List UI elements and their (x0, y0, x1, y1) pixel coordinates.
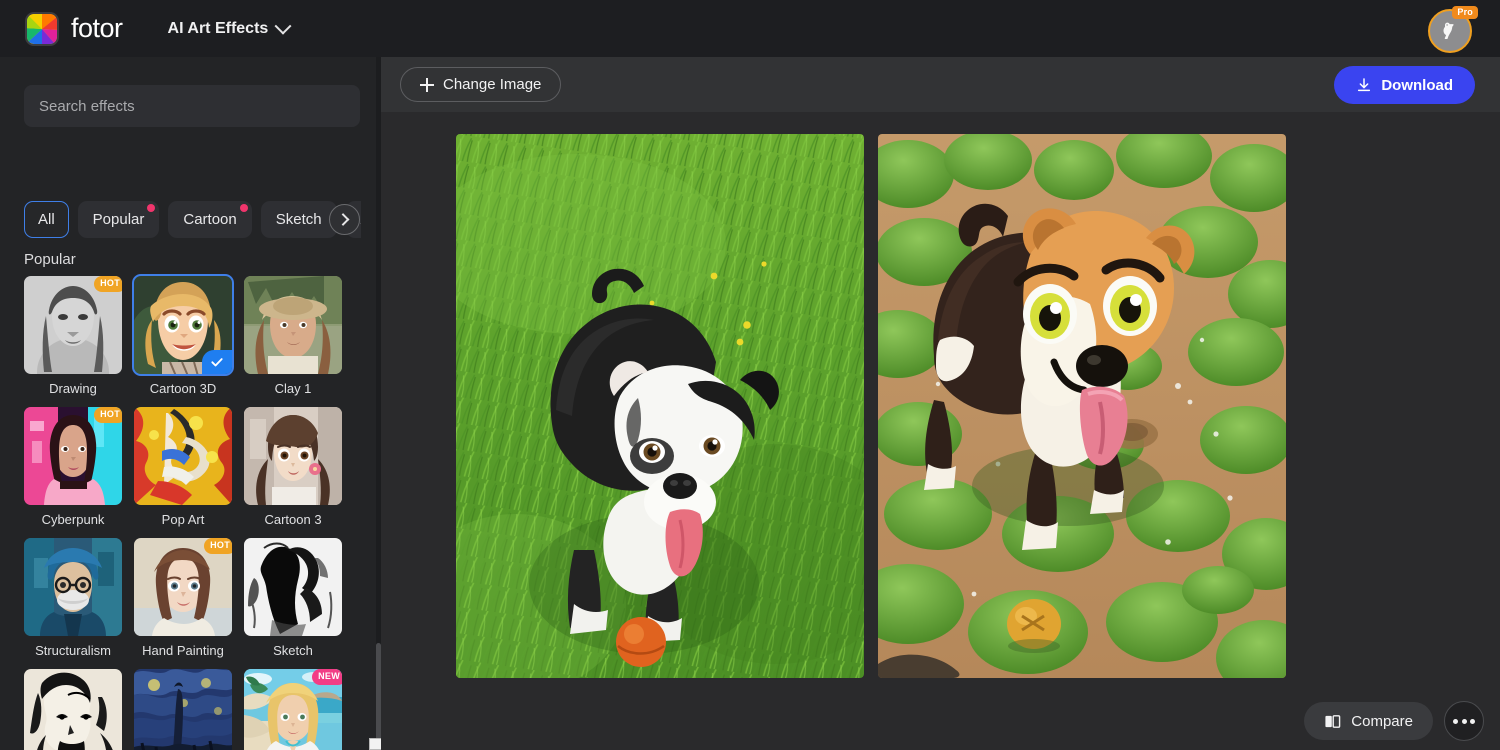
selected-check-icon (202, 350, 232, 374)
effect-card-van-gogh-2[interactable]: Van Gogh 2 (134, 669, 232, 750)
image-canvas: Compare (381, 112, 1500, 750)
category-next-button[interactable] (329, 204, 360, 235)
pro-badge: Pro (1452, 6, 1478, 19)
effect-card-cyberpunk[interactable]: HOT Cyberpunk (24, 407, 122, 527)
search-input[interactable] (24, 85, 360, 127)
effect-label: Drawing (49, 381, 97, 396)
effects-grid: HOT Drawing Cartoon 3D Clay 1 HOT Cyberp… (24, 274, 364, 750)
download-label: Download (1381, 76, 1453, 94)
effect-badge: HOT (94, 407, 122, 423)
compare-button[interactable]: Compare (1304, 702, 1433, 740)
category-label: All (38, 211, 55, 228)
effect-thumbnail (244, 276, 342, 374)
more-options-button[interactable] (1444, 701, 1484, 741)
effect-thumbnail (134, 407, 232, 505)
category-chip-sketch[interactable]: Sketch (260, 201, 337, 238)
download-arrow-icon (1356, 77, 1372, 93)
effect-label: Pop Art (161, 512, 205, 527)
effect-thumbnail (132, 274, 234, 376)
effect-card-drawing[interactable]: HOT Drawing (24, 276, 122, 396)
effect-label: Cartoon 3D (149, 381, 217, 396)
split-compare-icon (1324, 713, 1341, 730)
effects-sidebar: All Popular Cartoon Sketch Avatar Popula… (0, 57, 381, 750)
section-title-popular: Popular (24, 251, 76, 268)
change-image-label: Change Image (443, 76, 542, 93)
effect-label: Structuralism (35, 643, 111, 658)
category-label: Cartoon (183, 211, 237, 228)
compare-label: Compare (1351, 712, 1413, 730)
fotor-color-wheel-logo-icon (25, 11, 59, 46)
category-chip-all[interactable]: All (24, 201, 69, 238)
chevron-right-icon (336, 213, 350, 226)
effect-card-sketch[interactable]: Sketch (244, 538, 342, 658)
editor-toolbar: Change Image Download (381, 57, 1500, 112)
effect-thumbnail: NEW (244, 669, 342, 750)
effect-card-structuralism[interactable]: Structuralism (24, 538, 122, 658)
more-dots-icon (1470, 718, 1475, 724)
effect-thumbnail: HOT (24, 407, 122, 505)
more-dots-icon (1461, 718, 1467, 724)
effect-thumbnail: HOT (134, 538, 232, 636)
before-image[interactable] (456, 134, 864, 678)
effect-card-pop-art[interactable]: Pop Art (134, 407, 232, 527)
effect-card-ink-art[interactable]: Ink Art (24, 669, 122, 750)
app-header: fotor AI Art Effects Pro (0, 0, 1500, 57)
effect-badge: HOT (204, 538, 232, 554)
after-image[interactable] (878, 134, 1286, 678)
user-avatar[interactable]: Pro (1428, 6, 1478, 54)
notification-dot-icon (239, 204, 248, 212)
app-menu-ai-art-effects[interactable]: AI Art Effects (167, 17, 292, 38)
effect-label: Cartoon 3 (264, 512, 322, 527)
download-button[interactable]: Download (1334, 66, 1475, 104)
effect-card-clay-1[interactable]: Clay 1 (244, 276, 342, 396)
effect-thumbnail (244, 538, 342, 636)
effect-badge: NEW (312, 669, 342, 685)
effect-thumbnail: HOT (24, 276, 122, 374)
effect-thumbnail (244, 407, 342, 505)
effect-label: Hand Painting (142, 643, 224, 658)
effect-thumbnail (24, 669, 122, 750)
effect-label: Clay 1 (274, 381, 312, 396)
change-image-button[interactable]: Change Image (400, 67, 562, 102)
plus-icon (420, 77, 434, 92)
category-chip-cartoon[interactable]: Cartoon (168, 201, 252, 238)
effect-card-cartoon-3[interactable]: Cartoon 3 (244, 407, 342, 527)
brand-logo[interactable]: fotor (25, 11, 123, 46)
category-label: Sketch (275, 211, 322, 228)
effect-label: Sketch (273, 643, 313, 658)
effect-thumbnail (134, 669, 232, 750)
app-menu-label: AI Art Effects (167, 19, 269, 37)
brand-name: fotor (71, 13, 123, 43)
more-dots-icon (1453, 718, 1458, 724)
effect-thumbnail (24, 538, 122, 636)
notification-dot-icon (147, 204, 156, 212)
category-chip-popular[interactable]: Popular (77, 201, 160, 238)
effect-card-cartoon-3d[interactable]: Cartoon 3D (132, 274, 234, 396)
effect-badge: HOT (94, 276, 122, 292)
effect-label: Cyberpunk (41, 512, 105, 527)
chevron-down-icon (274, 17, 292, 35)
category-chip-row[interactable]: All Popular Cartoon Sketch Avatar (24, 201, 361, 238)
category-label: Popular (92, 211, 145, 228)
effect-card-hand-painting[interactable]: HOT Hand Painting (134, 538, 232, 658)
effect-card-sunnyshore[interactable]: NEW Sunnyshore (244, 669, 342, 750)
